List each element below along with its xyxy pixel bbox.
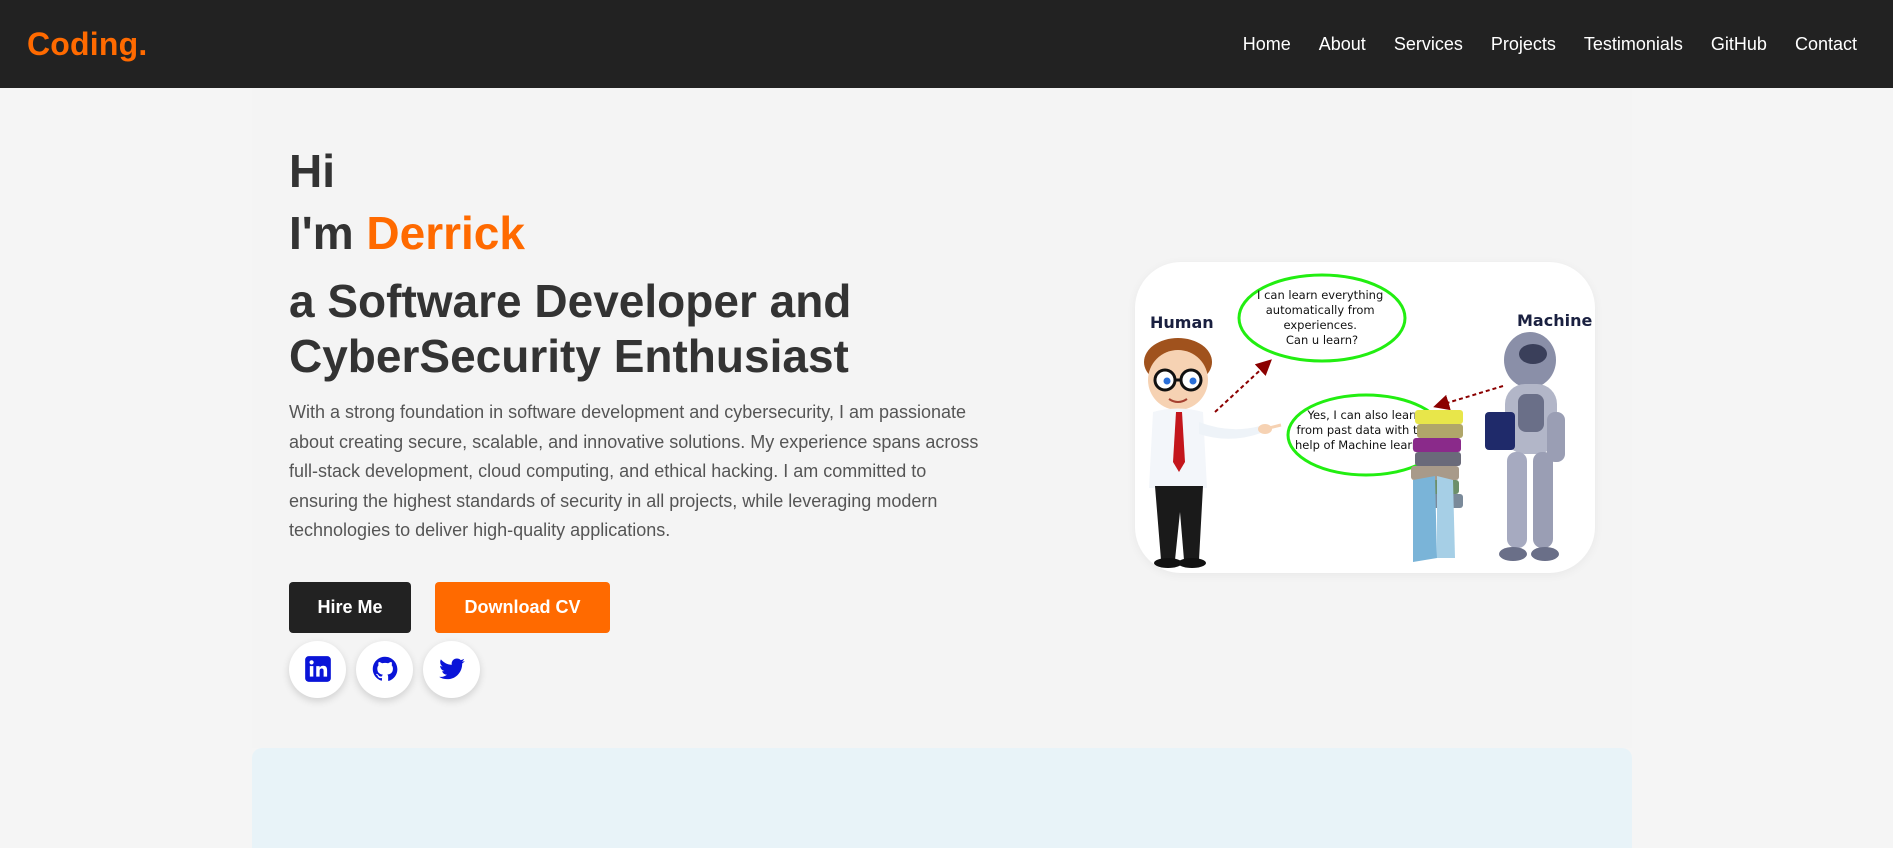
human-figure [1144,338,1282,568]
human-vs-machine-image: Human Machine I can learn everything aut… [1144,273,1592,568]
machine-label: Machine [1517,311,1592,330]
hero-illustration: Human Machine I can learn everything aut… [1135,262,1595,573]
hero-greeting: Hi [289,145,335,197]
arrow-human [1214,359,1272,413]
nav-link-github[interactable]: GitHub [1711,34,1767,55]
nav-link-services[interactable]: Services [1394,34,1463,55]
github-icon [372,657,397,682]
linkedin-link[interactable] [289,640,346,698]
arrow-machine [1433,385,1504,411]
social-links [289,640,1009,698]
next-section [252,748,1632,848]
twitter-icon [438,658,465,680]
hero-name: Derrick [366,207,525,259]
robot-figure [1485,332,1565,561]
hero-intro-prefix: I'm [289,207,367,259]
linkedin-icon [304,656,331,683]
hire-me-button[interactable]: Hire Me [289,581,411,633]
nav-link-testimonials[interactable]: Testimonials [1584,34,1683,55]
robot-book [1485,412,1515,450]
hero-role-line1: a Software Developer and [289,275,852,327]
human-label: Human [1150,313,1214,332]
download-cv-button[interactable]: Download CV [435,581,610,633]
nav-link-projects[interactable]: Projects [1491,34,1556,55]
hero-text: Hi I'm Derrick a Software Developer and … [289,140,1009,698]
hero-role-line2: CyberSecurity Enthusiast [289,330,849,382]
hero-description: With a strong foundation in software dev… [289,402,979,541]
nav-link-about[interactable]: About [1319,34,1366,55]
navbar: Coding. Home About Services Projects Tes… [0,0,1893,88]
nav-link-home[interactable]: Home [1243,34,1291,55]
nav-link-contact[interactable]: Contact [1795,34,1857,55]
site-logo[interactable]: Coding. [27,26,147,63]
twitter-link[interactable] [423,640,480,698]
books-stack [1411,410,1463,562]
hero-buttons: Hire Me Download CV [289,581,1009,633]
github-link[interactable] [356,640,413,698]
hero-role: a Software Developer and CyberSecurity E… [289,274,989,384]
nav-links: Home About Services Projects Testimonial… [1215,34,1857,55]
hero-name-line: I'm Derrick [289,210,1009,256]
